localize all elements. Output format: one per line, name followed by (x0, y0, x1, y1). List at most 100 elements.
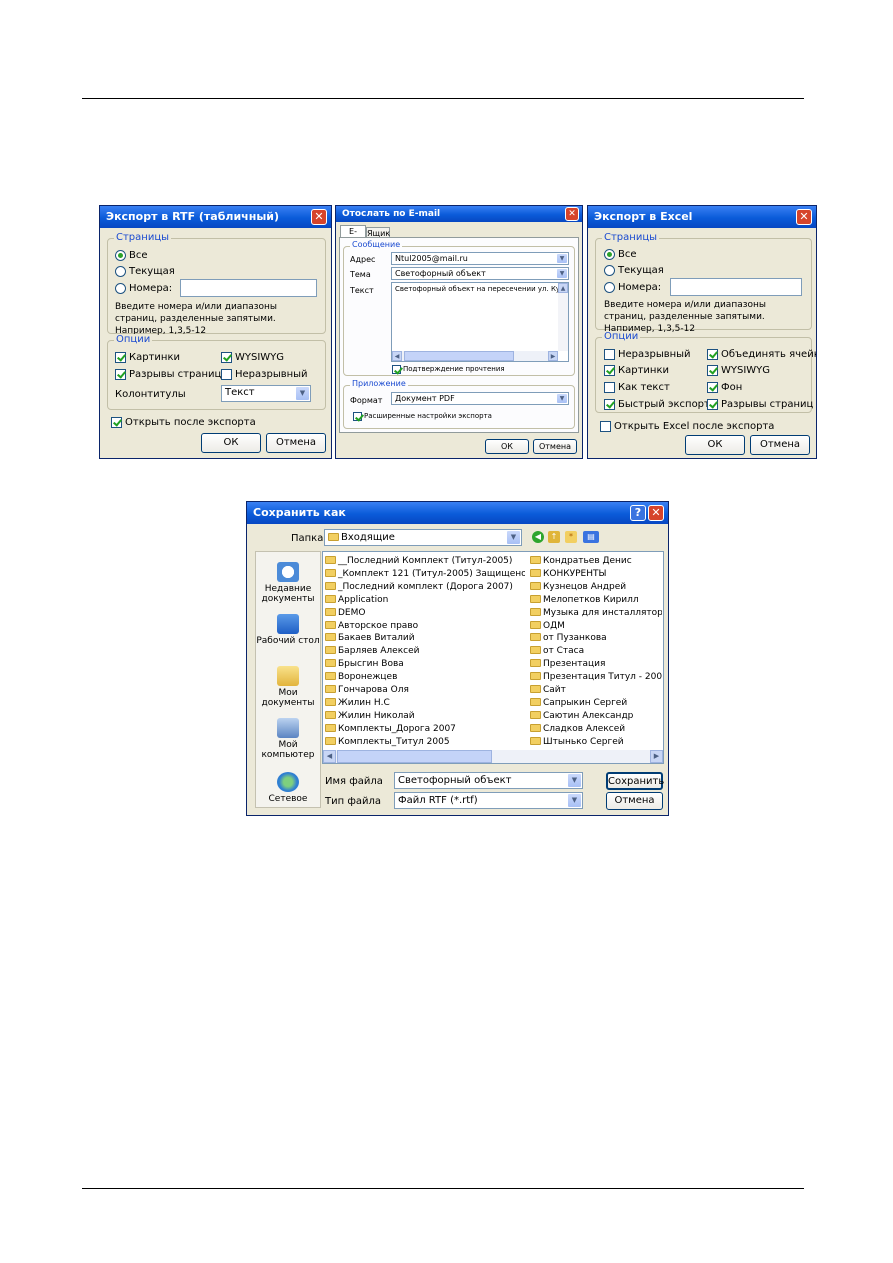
file-list[interactable]: __Последний Комплект (Титул-2005) _Компле… (322, 551, 664, 764)
email-text-hscroll-thumb[interactable] (404, 351, 514, 361)
list-item[interactable]: DEMO (325, 607, 525, 619)
chevron-down-icon[interactable]: ▼ (568, 794, 581, 807)
close-icon[interactable]: ✕ (565, 207, 579, 221)
list-item[interactable]: Бакаев Виталий (325, 632, 525, 644)
excel-radio-numbers[interactable] (604, 282, 615, 293)
excel-chk-open-after[interactable] (600, 421, 611, 432)
list-item[interactable]: __Последний Комплект (Титул-2005) (325, 555, 525, 567)
file-list-hscroll-thumb[interactable] (337, 750, 492, 763)
place-network[interactable]: Сетевое (256, 772, 320, 804)
excel-chk-continuous[interactable] (604, 349, 615, 360)
save-filetype-select[interactable]: Файл RTF (*.rtf) ▼ (394, 792, 583, 809)
list-item[interactable]: Сайт (530, 684, 662, 696)
list-item[interactable]: Гончарова Оля (325, 684, 525, 696)
list-item[interactable]: Презентация (530, 658, 662, 670)
excel-chk-pictures[interactable] (604, 365, 615, 376)
chevron-down-icon[interactable]: ▼ (507, 531, 520, 544)
close-icon[interactable]: ✕ (648, 505, 664, 521)
chevron-down-icon[interactable]: ▼ (557, 394, 567, 403)
excel-chk-merge[interactable] (707, 349, 718, 360)
scroll-right-icon[interactable]: ▶ (650, 750, 663, 763)
list-item[interactable]: Барляев Алексей (325, 645, 525, 657)
email-ok-button[interactable]: ОК (485, 439, 529, 454)
scroll-right-icon[interactable]: ▶ (548, 351, 558, 361)
rtf-chk-wysiwyg[interactable] (221, 352, 232, 363)
email-format-select[interactable]: Документ PDF ▼ (391, 392, 569, 405)
email-cancel-button[interactable]: Отмена (533, 439, 577, 454)
save-filename-input[interactable]: Светофорный объект ▼ (394, 772, 583, 789)
rtf-ok-button[interactable]: ОК (201, 433, 261, 453)
excel-cancel-button[interactable]: Отмена (750, 435, 810, 455)
scroll-left-icon[interactable]: ◀ (323, 750, 336, 763)
up-folder-icon[interactable]: ↑ (548, 531, 560, 543)
list-item[interactable]: КОНКУРЕНТЫ (530, 568, 662, 580)
rtf-cancel-button[interactable]: Отмена (266, 433, 326, 453)
rtf-chk-open-after[interactable] (111, 417, 122, 428)
chevron-down-icon[interactable]: ▼ (557, 269, 567, 278)
excel-chk-background[interactable] (707, 382, 718, 393)
save-folder-select[interactable]: Входящие ▼ (324, 529, 522, 546)
list-item[interactable]: _Последний комплект (Дорога 2007) (325, 581, 525, 593)
email-subject-input[interactable]: Светофорный объект ▼ (391, 267, 569, 280)
help-icon[interactable]: ? (630, 505, 646, 521)
list-item[interactable]: Презентация Титул - 2005 (530, 671, 662, 683)
list-item[interactable]: Сапрыкин Сергей (530, 697, 662, 709)
list-item[interactable]: Сладков Алексей (530, 723, 662, 735)
excel-chk-page-breaks[interactable] (707, 399, 718, 410)
list-item[interactable]: Комплекты_Дорога 2007 (325, 723, 525, 735)
list-item[interactable]: Кондратьев Денис (530, 555, 662, 567)
place-documents[interactable]: Мои документы (256, 666, 320, 708)
excel-ok-button[interactable]: ОК (685, 435, 745, 455)
scroll-up-icon[interactable]: ▲ (558, 283, 568, 293)
view-menu-icon[interactable]: ▤ (583, 531, 599, 543)
place-computer[interactable]: Мой компьютер (256, 718, 320, 760)
close-icon[interactable]: ✕ (311, 209, 327, 225)
list-item[interactable]: Саютин Александр (530, 710, 662, 722)
list-item[interactable]: Кузнецов Андрей (530, 581, 662, 593)
place-recent[interactable]: Недавние документы (256, 562, 320, 604)
rtf-radio-current[interactable] (115, 266, 126, 277)
save-cancel-button[interactable]: Отмена (606, 792, 663, 810)
list-item[interactable]: от Пузанкова (530, 632, 662, 644)
close-icon[interactable]: ✕ (796, 209, 812, 225)
email-chk-read-receipt[interactable] (392, 365, 401, 374)
list-item[interactable]: Комплекты_Титул 2005 (325, 736, 525, 748)
list-item[interactable]: от Стаса (530, 645, 662, 657)
list-item[interactable]: Мелопетков Кирилл (530, 594, 662, 606)
rtf-headers-select[interactable]: Текст ▼ (221, 385, 311, 402)
chevron-down-icon[interactable]: ▼ (568, 774, 581, 787)
scroll-left-icon[interactable]: ◀ (392, 351, 402, 361)
list-item[interactable]: Application (325, 594, 525, 606)
list-item[interactable]: Воронежцев (325, 671, 525, 683)
save-button[interactable]: Сохранить (606, 772, 664, 790)
excel-radio-current[interactable] (604, 265, 615, 276)
chevron-down-icon[interactable]: ▼ (557, 254, 567, 263)
excel-radio-all[interactable] (604, 249, 615, 260)
excel-numbers-input[interactable] (670, 278, 802, 296)
rtf-radio-numbers[interactable] (115, 283, 126, 294)
tab-box[interactable]: Ящик (366, 227, 390, 238)
list-item[interactable]: ОДМ (530, 620, 662, 632)
rtf-chk-continuous[interactable] (221, 369, 232, 380)
list-item[interactable]: Жилин Н.С (325, 697, 525, 709)
email-text-area[interactable]: Светофорный объект на пересечении ул. Ку… (391, 282, 569, 362)
list-item[interactable]: Штынько Сергей (530, 736, 662, 748)
rtf-radio-all[interactable] (115, 250, 126, 261)
email-chk-advanced[interactable] (353, 412, 362, 421)
list-item[interactable]: Музыка для инсталлятора (530, 607, 662, 619)
rtf-numbers-input[interactable] (180, 279, 317, 297)
list-item[interactable]: Жилин Николай (325, 710, 525, 722)
chevron-down-icon[interactable]: ▼ (296, 387, 309, 400)
back-icon[interactable]: ◀ (532, 531, 544, 543)
new-folder-icon[interactable]: * (565, 531, 577, 543)
list-item[interactable]: Авторское право (325, 620, 525, 632)
tab-email[interactable]: E-mail (340, 225, 366, 247)
excel-chk-wysiwyg[interactable] (707, 365, 718, 376)
email-address-input[interactable]: Ntul2005@mail.ru ▼ (391, 252, 569, 265)
list-item[interactable]: _Комплект 121 (Титул-2005) Защищено зако… (325, 568, 525, 580)
excel-chk-fast[interactable] (604, 399, 615, 410)
rtf-chk-page-breaks[interactable] (115, 369, 126, 380)
excel-chk-as-text[interactable] (604, 382, 615, 393)
email-text-vscroll[interactable] (558, 283, 568, 351)
list-item[interactable]: Брысгин Вова (325, 658, 525, 670)
